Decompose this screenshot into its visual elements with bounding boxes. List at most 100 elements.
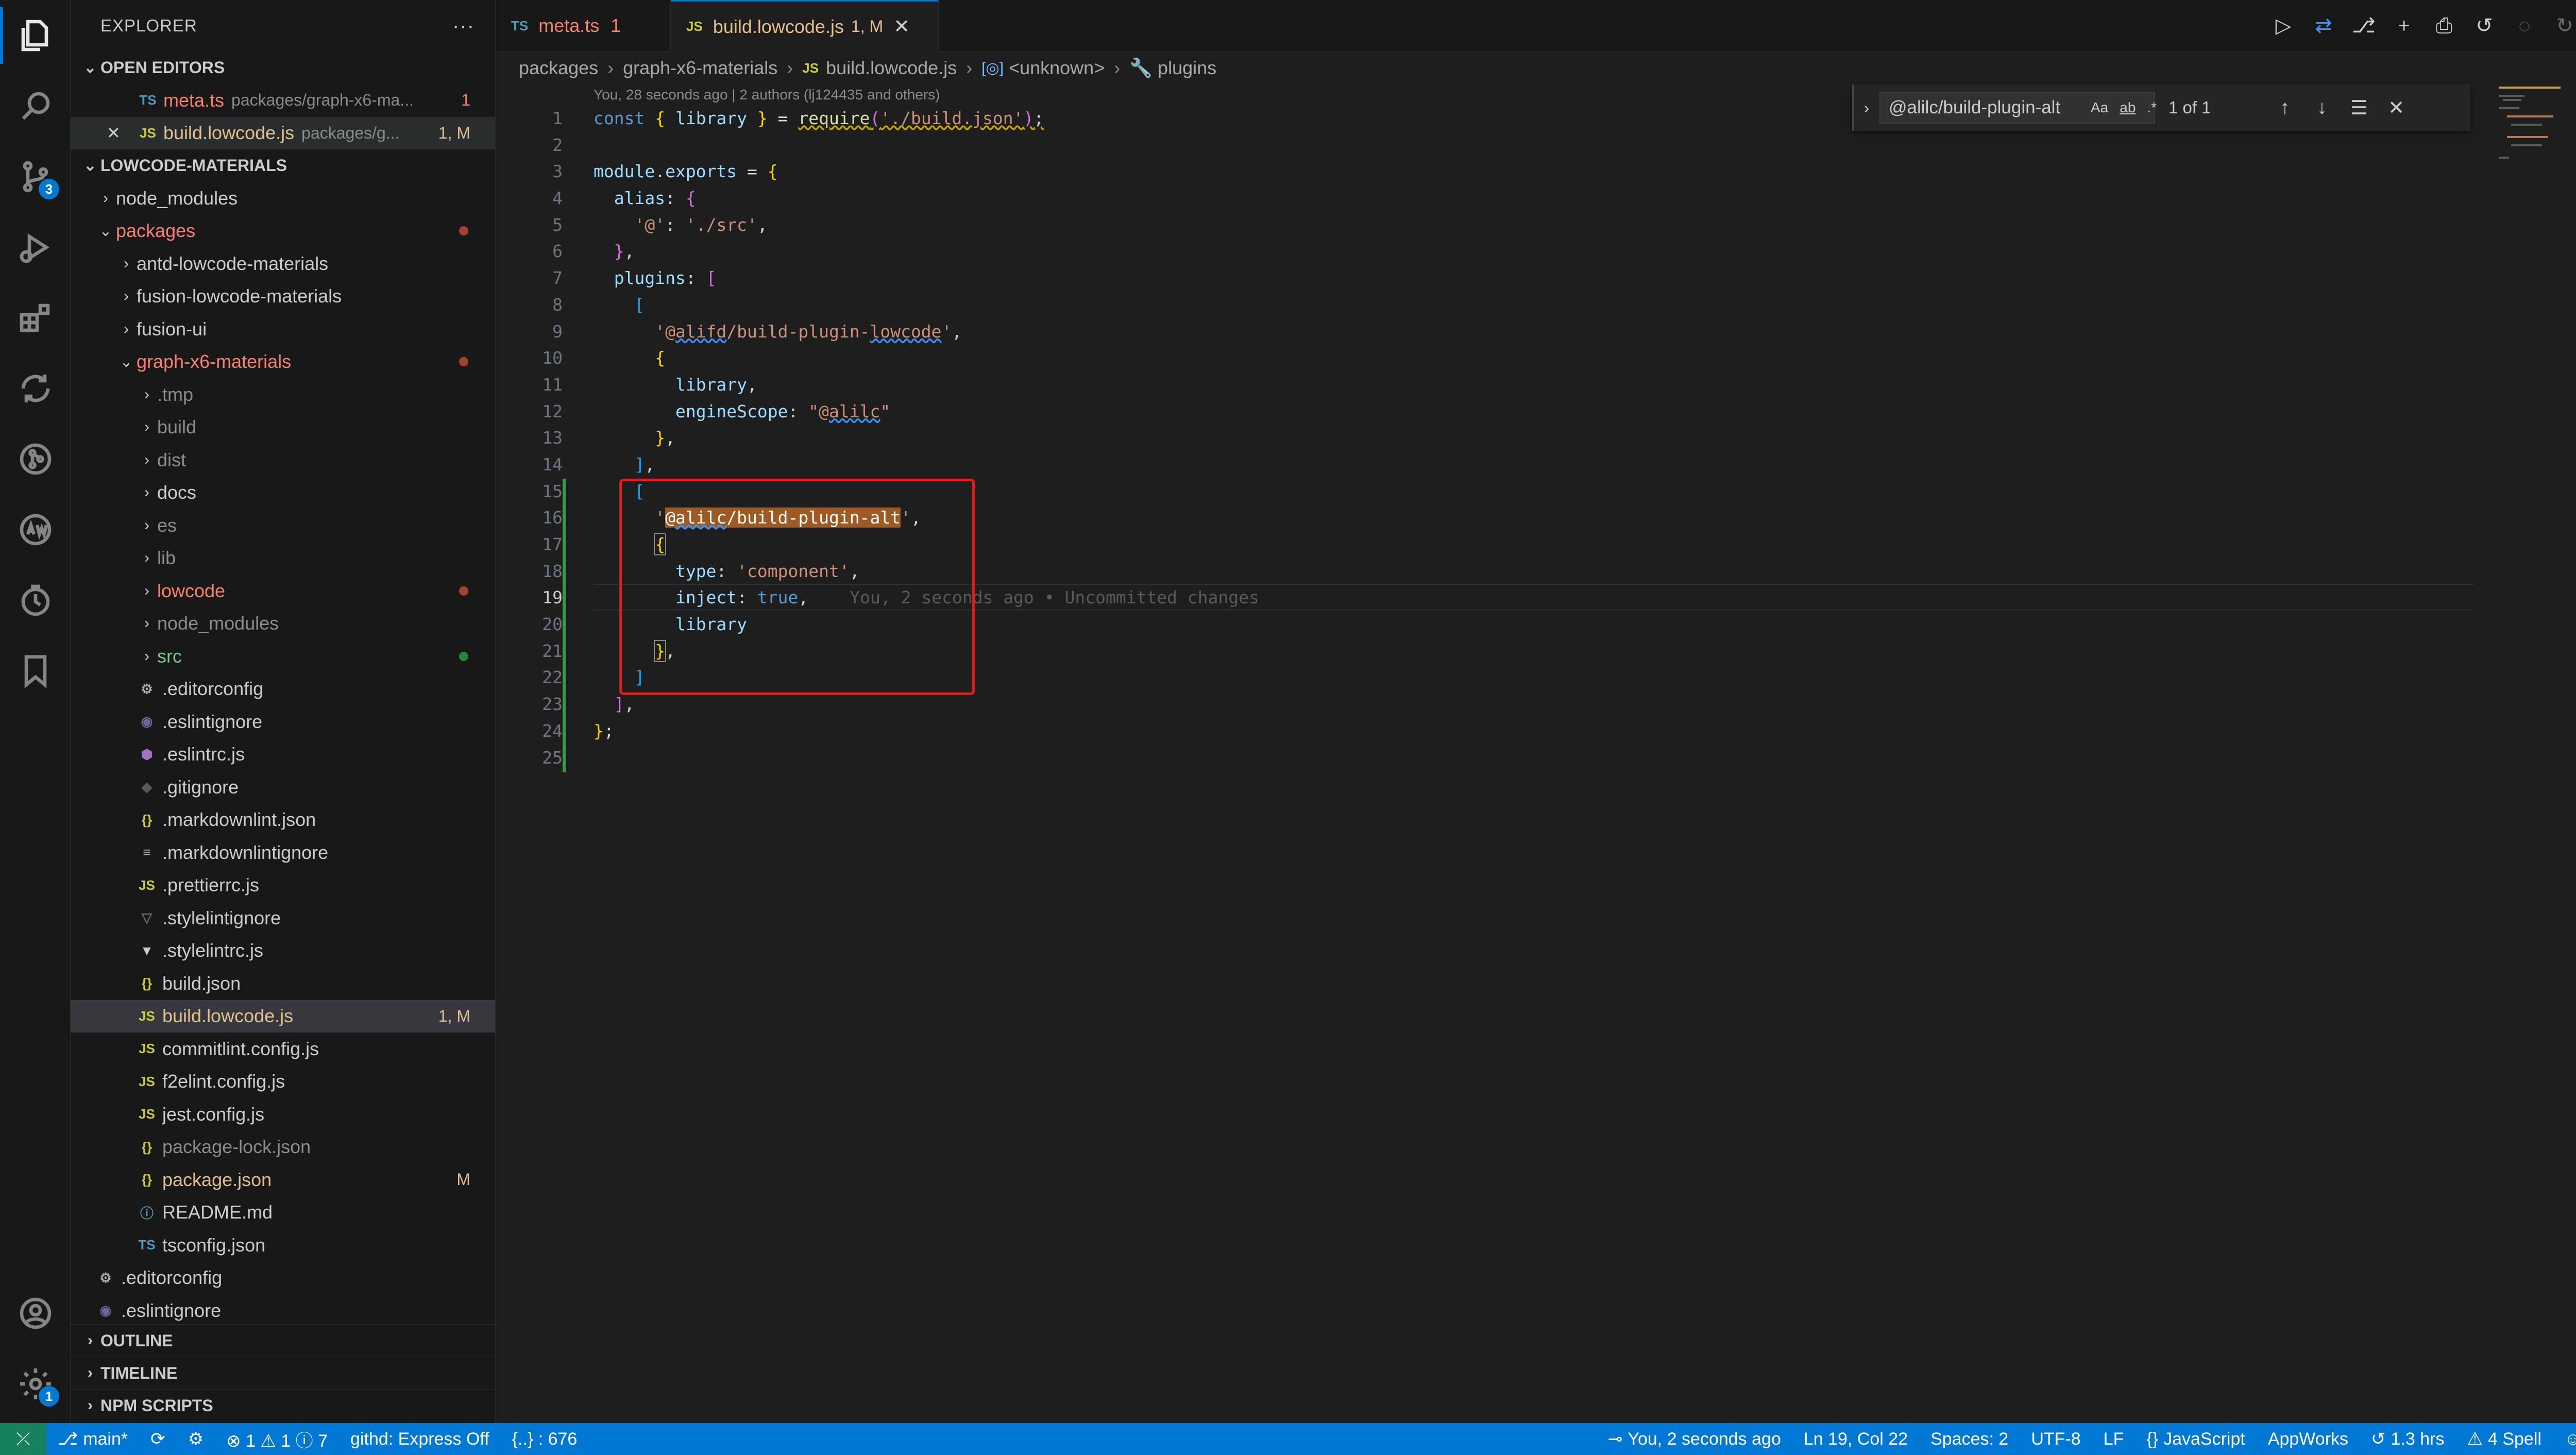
settings-gear-icon[interactable]: 1 [0, 1348, 71, 1419]
breadcrumb-item[interactable]: <unknown> [1009, 57, 1105, 79]
file-item[interactable]: JS jest.config.js [71, 1098, 495, 1131]
workspace-root-section[interactable]: ⌄ LOWCODE-MATERIALS [71, 149, 495, 182]
folder-item[interactable]: › antd-lowcode-materials [71, 247, 495, 280]
git-graph-icon[interactable] [0, 424, 71, 494]
folder-item[interactable]: › lib [71, 542, 495, 575]
match-case-icon[interactable]: Aa [2091, 99, 2108, 116]
file-item[interactable]: ▽ .stylelintignore [71, 902, 495, 935]
code-editor[interactable]: You, 28 seconds ago | 2 authors (lj12443… [496, 84, 2576, 1423]
close-icon[interactable]: ✕ [2378, 96, 2415, 120]
file-item[interactable]: {} .markdownlint.json [71, 804, 495, 837]
folder-item[interactable]: › dist [71, 444, 495, 477]
folder-item[interactable]: › node_modules [71, 607, 495, 640]
breadcrumb-item[interactable]: plugins [1158, 57, 1216, 79]
folder-item[interactable]: › es [71, 509, 495, 542]
wakatime-status[interactable]: ↺ 1.3 hrs [2360, 1423, 2455, 1455]
appworks-status[interactable]: AppWorks [2257, 1423, 2360, 1455]
explorer-icon[interactable] [0, 0, 71, 71]
file-item[interactable]: JS commitlint.config.js [71, 1033, 495, 1065]
breadcrumb-item[interactable]: packages [519, 57, 598, 79]
file-item[interactable]: ◉ .eslintignore [71, 705, 495, 738]
cursor-position[interactable]: Ln 19, Col 22 [1792, 1423, 1919, 1455]
folder-item[interactable]: ⌄ packages [71, 215, 495, 248]
use-regex-icon[interactable]: .* [2147, 99, 2157, 116]
file-item[interactable]: ▼ .stylelintrc.js [71, 935, 495, 968]
go-forward-icon[interactable]: ↻ [2552, 13, 2576, 38]
match-whole-word-icon[interactable]: ab [2120, 99, 2136, 116]
sync-icon[interactable]: ⇄ [2311, 13, 2336, 38]
git-graph-status-icon[interactable]: ⚙ [177, 1423, 215, 1455]
bookmark-icon[interactable] [0, 635, 71, 706]
appworks-icon[interactable] [0, 494, 71, 565]
extensions-icon[interactable] [0, 282, 71, 353]
file-item[interactable]: {} build.json [71, 967, 495, 1000]
bracket-info[interactable]: {..} : 676 [501, 1423, 589, 1455]
minimap[interactable] [2494, 84, 2576, 188]
file-item[interactable]: TS tsconfig.json [71, 1229, 495, 1262]
folder-item[interactable]: › fusion-ui [71, 313, 495, 346]
open-editor-item[interactable]: TS meta.ts packages/graph-x6-ma... 1 [71, 84, 495, 117]
indentation[interactable]: Spaces: 2 [1919, 1423, 2020, 1455]
sync-icon[interactable]: ⟳ [139, 1423, 177, 1455]
tab-meta-ts[interactable]: TS meta.ts 1 [496, 0, 671, 52]
navigate-icon[interactable]: ◌ [2512, 13, 2537, 38]
language-mode[interactable]: {} JavaScript [2135, 1423, 2256, 1455]
file-item[interactable]: {} package-lock.json [71, 1131, 495, 1164]
tab-build-lowcode-js[interactable]: JS build.lowcode.js 1, M ✕ [671, 0, 939, 52]
folder-item[interactable]: › docs [71, 477, 495, 510]
close-icon[interactable]: ✕ [107, 123, 138, 143]
timeline-clock-icon[interactable] [0, 565, 71, 635]
folder-item[interactable]: › build [71, 411, 495, 444]
file-item[interactable]: {} package.json M [71, 1163, 495, 1196]
find-input[interactable] [1889, 97, 2079, 118]
problems-indicator[interactable]: ⊗ 1 ⚠ 1 ⓘ 7 [215, 1423, 339, 1455]
folder-item[interactable]: › .tmp [71, 378, 495, 411]
breadcrumb-item[interactable]: graph-x6-materials [623, 57, 777, 79]
section-outline[interactable]: › OUTLINE [71, 1324, 495, 1357]
folder-item[interactable]: › fusion-lowcode-materials [71, 280, 495, 313]
section-timeline[interactable]: › TIMELINE [71, 1357, 495, 1389]
section-npm-scripts[interactable]: › NPM SCRIPTS [71, 1389, 495, 1422]
file-item[interactable]: ≡ .markdownlintignore [71, 836, 495, 869]
file-item[interactable]: JS build.lowcode.js 1, M [71, 1000, 495, 1033]
spell-status[interactable]: ⚠ 4 Spell [2455, 1423, 2552, 1455]
folder-item[interactable]: › node_modules [71, 182, 495, 215]
compare-changes-icon[interactable]: ⎇ [2351, 13, 2376, 38]
close-icon[interactable]: ✕ [893, 15, 910, 38]
more-actions-icon[interactable]: ··· [452, 14, 474, 38]
search-icon[interactable] [0, 71, 71, 141]
go-back-icon[interactable]: ↺ [2472, 13, 2497, 38]
encoding[interactable]: UTF-8 [2020, 1423, 2092, 1455]
file-item[interactable]: JS f2elint.config.js [71, 1065, 495, 1098]
open-editors-section[interactable]: ⌄ OPEN EDITORS [71, 52, 495, 84]
next-match-icon[interactable]: ↓ [2303, 97, 2341, 119]
source-control-icon[interactable]: 3 [0, 141, 71, 212]
end-of-line[interactable]: LF [2092, 1423, 2136, 1455]
file-item[interactable]: ◆ .gitignore [71, 771, 495, 804]
githd-status[interactable]: githd: Express Off [339, 1423, 501, 1455]
find-in-selection-icon[interactable]: ☰ [2341, 96, 2378, 120]
open-changes-icon[interactable]: ⎙ [2432, 13, 2456, 38]
remote-diff-icon[interactable] [0, 353, 71, 424]
run-icon[interactable]: ▷ [2271, 13, 2296, 38]
previous-match-icon[interactable]: ↑ [2266, 97, 2303, 119]
add-icon[interactable]: + [2392, 13, 2416, 38]
file-item[interactable]: ◉ .eslintignore [71, 1294, 495, 1327]
breadcrumb-item[interactable]: build.lowcode.js [826, 57, 957, 79]
file-item[interactable]: JS .prettierrc.js [71, 869, 495, 902]
folder-item[interactable]: › src [71, 640, 495, 673]
codelens-blame[interactable]: You, 28 seconds ago | 2 authors (lj12443… [594, 87, 940, 103]
git-branch[interactable]: ⎇ main* [46, 1423, 139, 1455]
run-debug-icon[interactable] [0, 212, 71, 282]
account-icon[interactable] [0, 1278, 71, 1348]
feedback-icon[interactable]: ☺ [2553, 1423, 2576, 1455]
folder-item[interactable]: ⌄ graph-x6-materials [71, 346, 495, 379]
toggle-replace-icon[interactable]: › [1854, 98, 1879, 117]
file-item[interactable]: ⓘ README.md [71, 1196, 495, 1229]
open-editor-item[interactable]: ✕ JS build.lowcode.js packages/g... 1, M [71, 116, 495, 149]
folder-item[interactable]: › lowcode [71, 574, 495, 607]
file-item[interactable]: ⚙ .editorconfig [71, 1262, 495, 1295]
blame-status[interactable]: ⊸ You, 2 seconds ago [1597, 1423, 1792, 1455]
remote-indicator-icon[interactable]: ⤫ [0, 1423, 46, 1455]
file-item[interactable]: ⬢ .eslintrc.js [71, 738, 495, 771]
